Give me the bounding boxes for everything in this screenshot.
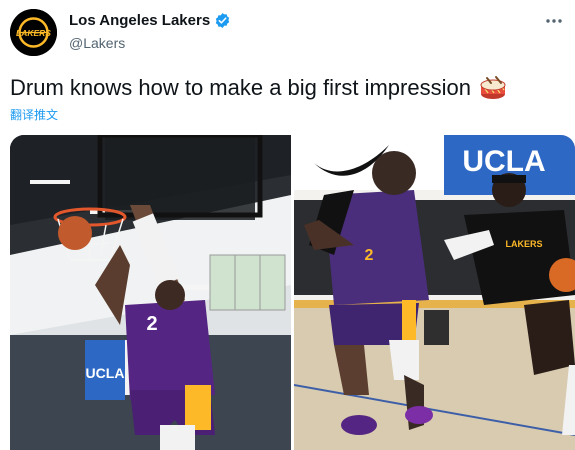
- svg-text:2: 2: [365, 247, 374, 264]
- photo-dunk[interactable]: UCLA He 2: [10, 135, 291, 450]
- svg-text:LAKERS: LAKERS: [16, 28, 51, 38]
- photo-practice[interactable]: UCLA 2 LAKERS: [294, 135, 575, 450]
- svg-text:2: 2: [146, 313, 157, 335]
- author-handle[interactable]: @Lakers: [69, 35, 125, 51]
- lakers-logo: LAKERS: [10, 9, 57, 56]
- verified-badge-icon: [216, 13, 230, 28]
- svg-text:UCLA: UCLA: [86, 365, 125, 381]
- translate-tweet-link[interactable]: 翻译推文: [10, 106, 58, 123]
- drum-emoji-icon: [480, 76, 506, 99]
- tweet-text: Drum knows how to make a big first impre…: [10, 74, 507, 102]
- tweet-body: Drum knows how to make a big first impre…: [10, 75, 471, 100]
- svg-text:LAKERS: LAKERS: [505, 239, 542, 249]
- author-display-name[interactable]: Los Angeles Lakers: [69, 12, 210, 29]
- avatar[interactable]: LAKERS: [10, 9, 57, 56]
- svg-text:UCLA: UCLA: [462, 145, 545, 178]
- media-grid: UCLA He 2: [10, 135, 575, 450]
- author-name-row[interactable]: Los Angeles Lakers: [69, 12, 231, 29]
- more-options-icon[interactable]: [543, 10, 565, 32]
